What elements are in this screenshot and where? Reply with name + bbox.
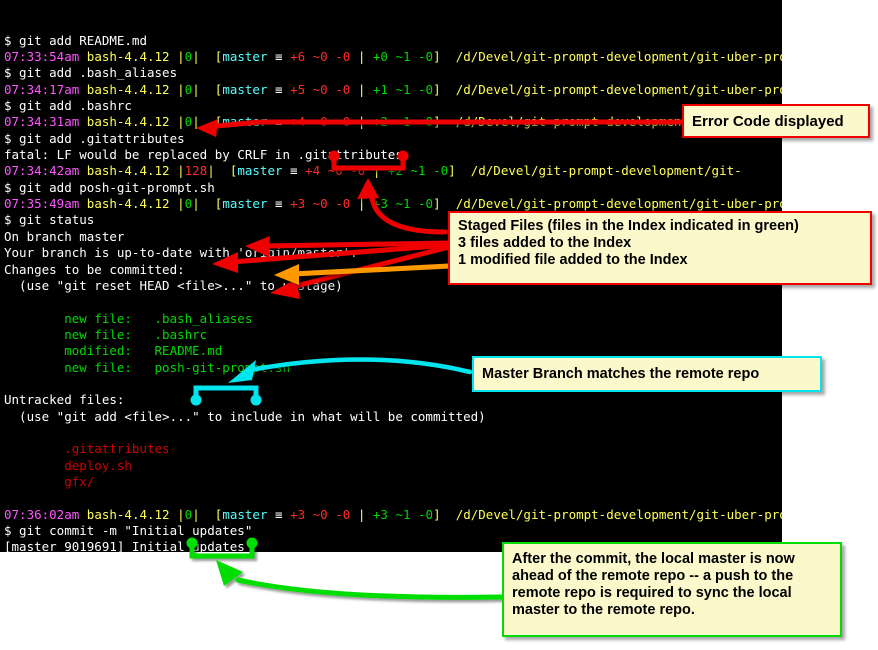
prompt-sync-marker: ≡: [290, 163, 298, 179]
callout-staged-line3: 1 modified file added to the Index: [458, 252, 688, 268]
prompt-shell: bash-4.4.12: [86, 163, 170, 179]
callout-error-code: Error Code displayed: [682, 104, 870, 138]
prompt-branch: master: [222, 114, 268, 130]
prompt-branch: master: [222, 81, 268, 97]
terminal-prompt-line: 07:34:17am bash-4.4.12 |0| [master ≡ +5 …: [0, 82, 782, 98]
prompt-staged-counts: +6 ~0 -0: [290, 49, 351, 65]
prompt-sync-marker: ≡: [275, 114, 283, 130]
terminal-command-line: $ git add .bashrc: [4, 98, 132, 114]
prompt-staged-counts: +4 ~0 -0: [305, 163, 366, 179]
prompt-branch: master: [222, 506, 268, 522]
prompt-time: 07:35:49am: [4, 196, 80, 212]
prompt-unstaged-counts: +1 ~1 -0: [372, 81, 434, 97]
terminal-untracked-file-line: deploy.sh: [4, 457, 132, 473]
prompt-branch: master: [237, 163, 283, 179]
terminal-output-line: fatal: LF would be replaced by CRLF in .…: [4, 147, 403, 163]
prompt-unstaged-counts: +3 ~1 -0: [372, 506, 434, 522]
callout-master-branch: Master Branch matches the remote repo: [472, 356, 822, 392]
prompt-unstaged-counts: +2 ~1 -0: [372, 114, 434, 130]
callout-error-code-text: Error Code displayed: [692, 112, 844, 130]
terminal-command-line: $ git add .bash_aliases: [4, 65, 178, 81]
prompt-unstaged-counts: +0 ~1 -0: [372, 49, 434, 65]
callout-commit-line1: After the commit, the local master is no…: [512, 551, 795, 567]
screenshot-root: $ git add README.md 07:33:54am bash-4.4.1…: [0, 0, 878, 650]
prompt-time: 07:33:54am: [4, 49, 80, 65]
prompt-time: 07:34:42am: [4, 163, 80, 179]
prompt-branch: master: [222, 49, 268, 65]
terminal-command-line: $ git add README.md: [4, 32, 147, 48]
terminal-prompt-line: 07:33:54am bash-4.4.12 |0| [master ≡ +6 …: [0, 49, 782, 65]
prompt-path: /d/Devel/git-prompt-development/git-uber…: [455, 506, 782, 522]
callout-staged-line1: Staged Files (files in the Index indicat…: [458, 218, 799, 234]
terminal-command-line: $ git commit -m "Initial updates": [4, 523, 253, 538]
prompt-staged-counts: +5 ~0 -0: [290, 81, 351, 97]
prompt-sync-marker: ≡: [275, 506, 283, 522]
terminal-prompt-line: 07:34:42am bash-4.4.12 |128| [master ≡ +…: [4, 163, 742, 179]
prompt-path: /d/Devel/git-prompt-development/git-uber…: [455, 196, 782, 212]
terminal-output-line: Untracked files:: [4, 392, 125, 408]
terminal-output-line: (use "git add <file>..." to include in w…: [4, 408, 486, 424]
prompt-shell: bash-4.4.12: [86, 196, 170, 212]
terminal-command-line: $ git add posh-git-prompt.sh: [4, 179, 215, 195]
callout-after-commit: After the commit, the local master is no…: [502, 542, 842, 637]
prompt-unstaged-counts: +2 ~1 -0: [387, 163, 449, 179]
callout-commit-line2: ahead of the remote repo -- a push to th…: [512, 568, 794, 584]
prompt-sync-marker: ≡: [275, 81, 283, 97]
prompt-shell: bash-4.4.12: [86, 81, 170, 97]
prompt-time: 07:34:17am: [4, 81, 80, 97]
callout-commit-line3: remote repo is required to sync the loca…: [512, 585, 792, 601]
prompt-staged-counts: +3 ~0 -0: [290, 506, 351, 522]
prompt-staged-counts: +4 ~0 -0: [290, 114, 351, 130]
terminal-staged-file-line: new file: .bashrc: [4, 326, 208, 342]
prompt-unstaged-counts: +3 ~1 -0: [372, 196, 434, 212]
terminal-output: $ git add README.md 07:33:54am bash-4.4.1…: [0, 33, 782, 552]
callout-commit-line4: master to the remote repo.: [512, 602, 695, 618]
prompt-path: /d/Devel/git-prompt-development/git-uber…: [455, 81, 782, 97]
callout-staged-line2: 3 files added to the Index: [458, 235, 632, 251]
prompt-exit-status: 128: [184, 163, 208, 179]
prompt-path: /d/Devel/git-prompt-development/git-: [470, 163, 742, 179]
callout-staged-files: Staged Files (files in the Index indicat…: [448, 211, 872, 285]
prompt-sync-marker: ≡: [275, 49, 283, 65]
prompt-sync-marker: ≡: [275, 196, 283, 212]
terminal-prompt-line: 07:34:31am bash-4.4.12 |0| [master ≡ +4 …: [0, 114, 782, 130]
prompt-staged-counts: +3 ~0 -0: [290, 196, 351, 212]
prompt-shell: bash-4.4.12: [86, 114, 170, 130]
terminal-untracked-file-line: .gitattributes: [4, 441, 170, 457]
prompt-path: /d/Devel/git-prompt-development/git-uber…: [455, 49, 782, 65]
prompt-shell: bash-4.4.12: [86, 49, 170, 65]
prompt-time: 07:34:31am: [4, 114, 80, 130]
prompt-shell: bash-4.4.12: [86, 506, 170, 522]
prompt-branch: master: [222, 196, 268, 212]
terminal-staged-file-line: new file: .bash_aliases: [4, 310, 253, 326]
terminal-command-line: $ git add .gitattributes: [4, 130, 185, 146]
terminal-untracked-file-line: gfx/: [4, 473, 95, 489]
prompt-time: 07:36:02am: [4, 506, 80, 522]
callout-master-text: Master Branch matches the remote repo: [482, 365, 760, 382]
terminal-prompt-line: 07:36:02am bash-4.4.12 |0| [master ≡ +3 …: [0, 507, 782, 523]
